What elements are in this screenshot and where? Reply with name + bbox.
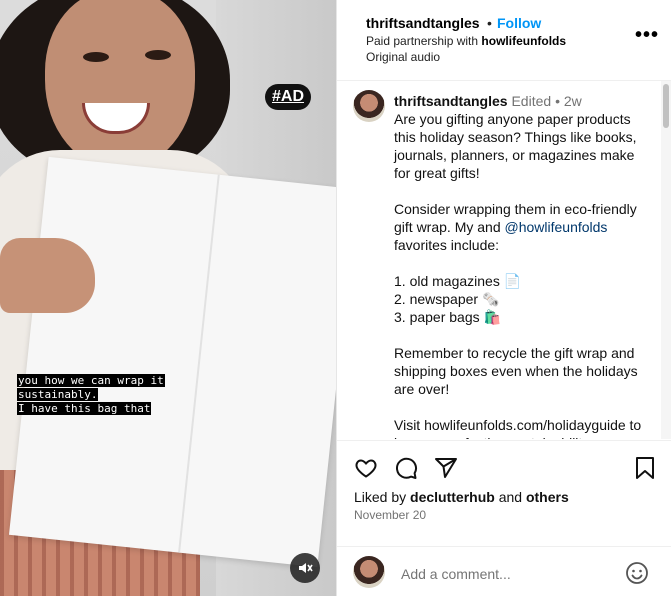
caption-line: you how we can wrap it	[17, 374, 165, 387]
list-item: 3. paper bags 🛍️	[394, 309, 501, 325]
mute-button[interactable]	[290, 553, 320, 583]
liked-mid: and	[494, 489, 526, 505]
hand	[0, 238, 95, 313]
ad-badge: #AD	[265, 84, 312, 110]
comment-icon[interactable]	[394, 456, 418, 480]
follow-button[interactable]: Follow	[497, 15, 541, 31]
caption-username[interactable]: thriftsandtangles	[394, 93, 508, 109]
partner-link[interactable]: howlifeunfolds	[481, 34, 566, 48]
scrollbar[interactable]	[661, 81, 671, 439]
bookmark-icon[interactable]	[634, 456, 656, 480]
post-panel: thriftsandtangles • Follow Paid partners…	[336, 0, 671, 597]
post-actions: Liked by declutterhub and others Novembe…	[337, 440, 671, 597]
caption-line: sustainably.	[17, 388, 99, 401]
video-caption: you how we can wrap it sustainably. I ha…	[17, 374, 165, 416]
edited-label: Edited	[511, 93, 552, 109]
paper-bag-sheet	[8, 156, 336, 568]
right-eye	[145, 50, 171, 60]
post-age: 2w	[563, 93, 582, 109]
audio-link[interactable]: Original audio	[366, 50, 440, 64]
caption-text-segment: favorites include:	[394, 237, 500, 253]
caption-line: I have this bag that	[17, 402, 152, 415]
more-options-button[interactable]: •••	[635, 24, 659, 47]
caption-scroll-area[interactable]: thriftsandtangles Edited • 2w Are you gi…	[337, 81, 671, 439]
speaker-muted-icon	[299, 563, 313, 573]
caption-paragraph: Are you gifting anyone paper products th…	[394, 111, 637, 181]
header-separator: •	[487, 15, 492, 31]
likes-summary: Liked by declutterhub and others	[354, 489, 569, 505]
heart-icon[interactable]	[354, 456, 378, 480]
liked-prefix: Liked by	[354, 489, 411, 505]
comment-input[interactable]	[399, 565, 603, 583]
reel-video[interactable]: #AD you how we can wrap it sustainably. …	[0, 0, 336, 596]
author-username[interactable]: thriftsandtangles	[366, 15, 480, 31]
current-user-avatar	[353, 556, 385, 588]
share-icon[interactable]	[434, 456, 458, 480]
partnership-prefix: Paid partnership with	[366, 34, 482, 48]
caption-paragraph: Remember to recycle the gift wrap and sh…	[394, 345, 638, 397]
paid-partnership: Paid partnership with howlifeunfolds	[366, 34, 566, 48]
left-eye	[83, 52, 109, 62]
post-date: November 20	[354, 508, 427, 522]
paper-fold	[178, 174, 220, 553]
emoji-icon[interactable]	[625, 561, 649, 585]
author-avatar[interactable]	[353, 90, 385, 122]
caption-paragraph: Visit howlifeunfolds.com/holidayguide to…	[394, 417, 642, 439]
post-header: thriftsandtangles • Follow Paid partners…	[337, 0, 671, 81]
liked-user-link[interactable]: declutterhub	[410, 489, 495, 505]
caption-text: thriftsandtangles Edited • 2w Are you gi…	[394, 92, 654, 439]
mention-link[interactable]: @howlifeunfolds	[505, 219, 608, 235]
likes-others-link[interactable]: others	[526, 489, 569, 505]
list-item: 2. newspaper 🗞️	[394, 291, 500, 307]
list-item: 1. old magazines 📄	[394, 273, 522, 289]
scrollbar-thumb[interactable]	[663, 84, 669, 128]
edited-separator: •	[555, 93, 560, 109]
add-comment-bar	[337, 546, 671, 598]
caption-paragraph: Consider wrapping them in eco-friendly g…	[394, 200, 654, 254]
